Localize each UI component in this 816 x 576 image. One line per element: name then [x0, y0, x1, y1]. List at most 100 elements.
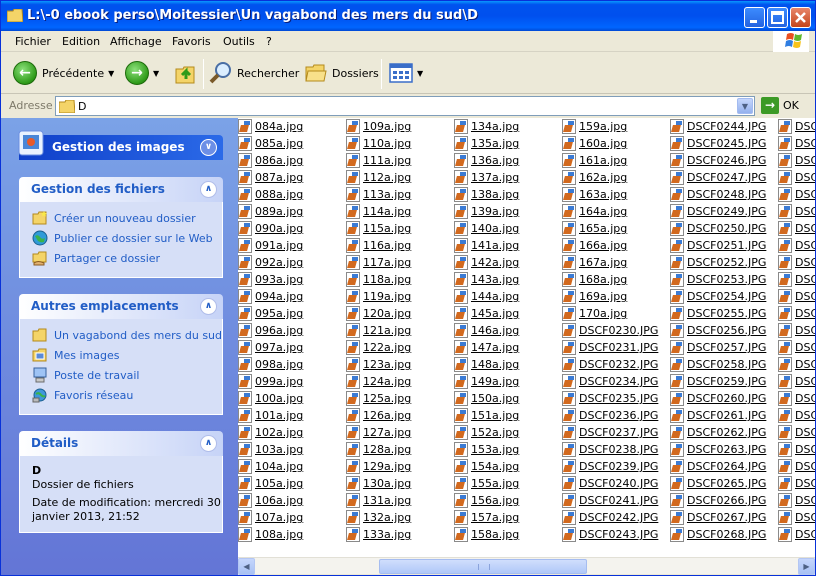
- file-item[interactable]: 107a.jpg: [238, 509, 303, 526]
- file-item[interactable]: 088a.jpg: [238, 186, 303, 203]
- scroll-right-button[interactable]: ▶: [798, 558, 815, 575]
- file-item[interactable]: 164a.jpg: [562, 203, 627, 220]
- file-item[interactable]: DSC: [778, 152, 815, 169]
- file-item[interactable]: 149a.jpg: [454, 373, 519, 390]
- file-list[interactable]: 084a.jpg 085a.jpg 086a.jpg 087a.jpg 088a.jpg…: [238, 118, 815, 557]
- file-item[interactable]: DSC: [778, 220, 815, 237]
- file-item[interactable]: DSCF0260.JPG: [670, 390, 766, 407]
- file-item[interactable]: 110a.jpg: [346, 135, 411, 152]
- file-item[interactable]: 125a.jpg: [346, 390, 411, 407]
- scroll-thumb[interactable]: [379, 559, 587, 574]
- file-item[interactable]: 099a.jpg: [238, 373, 303, 390]
- file-item[interactable]: 120a.jpg: [346, 305, 411, 322]
- back-button[interactable]: ← Précédente ▼: [13, 58, 114, 88]
- file-item[interactable]: 159a.jpg: [562, 118, 627, 135]
- file-item[interactable]: 148a.jpg: [454, 356, 519, 373]
- file-item[interactable]: DSC: [778, 475, 815, 492]
- file-item[interactable]: 153a.jpg: [454, 441, 519, 458]
- file-item[interactable]: 086a.jpg: [238, 152, 303, 169]
- file-item[interactable]: DSC: [778, 407, 815, 424]
- file-item[interactable]: DSCF0243.JPG: [562, 526, 658, 543]
- file-item[interactable]: DSCF0242.JPG: [562, 509, 658, 526]
- file-item[interactable]: 111a.jpg: [346, 152, 411, 169]
- file-item[interactable]: 137a.jpg: [454, 169, 519, 186]
- file-item[interactable]: 141a.jpg: [454, 237, 519, 254]
- file-item[interactable]: DSC: [778, 526, 815, 543]
- address-input[interactable]: D ▼: [55, 96, 755, 116]
- file-item[interactable]: 118a.jpg: [346, 271, 411, 288]
- file-item[interactable]: DSCF0236.JPG: [562, 407, 658, 424]
- file-item[interactable]: 152a.jpg: [454, 424, 519, 441]
- minimize-button[interactable]: [744, 7, 765, 28]
- file-item[interactable]: 127a.jpg: [346, 424, 411, 441]
- file-item[interactable]: DSC: [778, 390, 815, 407]
- place-my-computer[interactable]: Poste de travail: [32, 367, 139, 383]
- file-item[interactable]: DSC: [778, 373, 815, 390]
- other-places-header[interactable]: Autres emplacements ∧: [19, 294, 223, 319]
- file-item[interactable]: 119a.jpg: [346, 288, 411, 305]
- file-item[interactable]: DSCF0249.JPG: [670, 203, 766, 220]
- file-item[interactable]: 085a.jpg: [238, 135, 303, 152]
- file-item[interactable]: 147a.jpg: [454, 339, 519, 356]
- file-tasks-header[interactable]: Gestion des fichiers ∧: [19, 177, 223, 202]
- file-item[interactable]: DSC: [778, 254, 815, 271]
- file-item[interactable]: 108a.jpg: [238, 526, 303, 543]
- file-item[interactable]: 132a.jpg: [346, 509, 411, 526]
- file-item[interactable]: 097a.jpg: [238, 339, 303, 356]
- file-item[interactable]: DSCF0250.JPG: [670, 220, 766, 237]
- file-item[interactable]: DSCF0245.JPG: [670, 135, 766, 152]
- file-item[interactable]: 135a.jpg: [454, 135, 519, 152]
- file-item[interactable]: DSCF0244.JPG: [670, 118, 766, 135]
- file-item[interactable]: DSCF0263.JPG: [670, 441, 766, 458]
- file-item[interactable]: DSCF0265.JPG: [670, 475, 766, 492]
- file-item[interactable]: DSC: [778, 339, 815, 356]
- file-item[interactable]: DSCF0256.JPG: [670, 322, 766, 339]
- file-item[interactable]: DSCF0253.JPG: [670, 271, 766, 288]
- file-item[interactable]: DSC: [778, 135, 815, 152]
- file-item[interactable]: 106a.jpg: [238, 492, 303, 509]
- file-item[interactable]: DSCF0239.JPG: [562, 458, 658, 475]
- file-item[interactable]: DSCF0259.JPG: [670, 373, 766, 390]
- file-item[interactable]: 133a.jpg: [346, 526, 411, 543]
- file-item[interactable]: 129a.jpg: [346, 458, 411, 475]
- file-item[interactable]: 126a.jpg: [346, 407, 411, 424]
- file-item[interactable]: 116a.jpg: [346, 237, 411, 254]
- file-item[interactable]: DSCF0240.JPG: [562, 475, 658, 492]
- file-item[interactable]: DSCF0262.JPG: [670, 424, 766, 441]
- file-item[interactable]: 113a.jpg: [346, 186, 411, 203]
- place-my-pictures[interactable]: Mes images: [32, 347, 119, 363]
- file-item[interactable]: DSC: [778, 492, 815, 509]
- file-item[interactable]: DSC: [778, 203, 815, 220]
- file-item[interactable]: 140a.jpg: [454, 220, 519, 237]
- file-item[interactable]: 095a.jpg: [238, 305, 303, 322]
- file-item[interactable]: DSCF0251.JPG: [670, 237, 766, 254]
- file-item[interactable]: 114a.jpg: [346, 203, 411, 220]
- menu-help[interactable]: ?: [266, 35, 272, 48]
- file-item[interactable]: 150a.jpg: [454, 390, 519, 407]
- collapse-chevron-icon[interactable]: ∧: [200, 298, 217, 315]
- file-item[interactable]: 124a.jpg: [346, 373, 411, 390]
- forward-dropdown-icon[interactable]: ▼: [153, 69, 159, 78]
- file-item[interactable]: 138a.jpg: [454, 186, 519, 203]
- file-item[interactable]: 098a.jpg: [238, 356, 303, 373]
- details-header[interactable]: Détails ∧: [19, 431, 223, 456]
- file-item[interactable]: 166a.jpg: [562, 237, 627, 254]
- file-item[interactable]: 102a.jpg: [238, 424, 303, 441]
- file-item[interactable]: DSC: [778, 509, 815, 526]
- file-item[interactable]: DSCF0246.JPG: [670, 152, 766, 169]
- file-item[interactable]: 151a.jpg: [454, 407, 519, 424]
- file-item[interactable]: DSCF0261.JPG: [670, 407, 766, 424]
- file-item[interactable]: DSCF0237.JPG: [562, 424, 658, 441]
- file-item[interactable]: 090a.jpg: [238, 220, 303, 237]
- file-item[interactable]: DSC: [778, 356, 815, 373]
- file-item[interactable]: 146a.jpg: [454, 322, 519, 339]
- file-item[interactable]: DSCF0257.JPG: [670, 339, 766, 356]
- task-publish-web[interactable]: Publier ce dossier sur le Web: [32, 230, 213, 246]
- folders-button[interactable]: Dossiers: [304, 58, 379, 88]
- collapse-chevron-icon[interactable]: ∨: [200, 139, 217, 156]
- file-item[interactable]: 142a.jpg: [454, 254, 519, 271]
- place-network[interactable]: Favoris réseau: [32, 387, 133, 403]
- file-item[interactable]: 128a.jpg: [346, 441, 411, 458]
- file-item[interactable]: 156a.jpg: [454, 492, 519, 509]
- back-dropdown-icon[interactable]: ▼: [108, 69, 114, 78]
